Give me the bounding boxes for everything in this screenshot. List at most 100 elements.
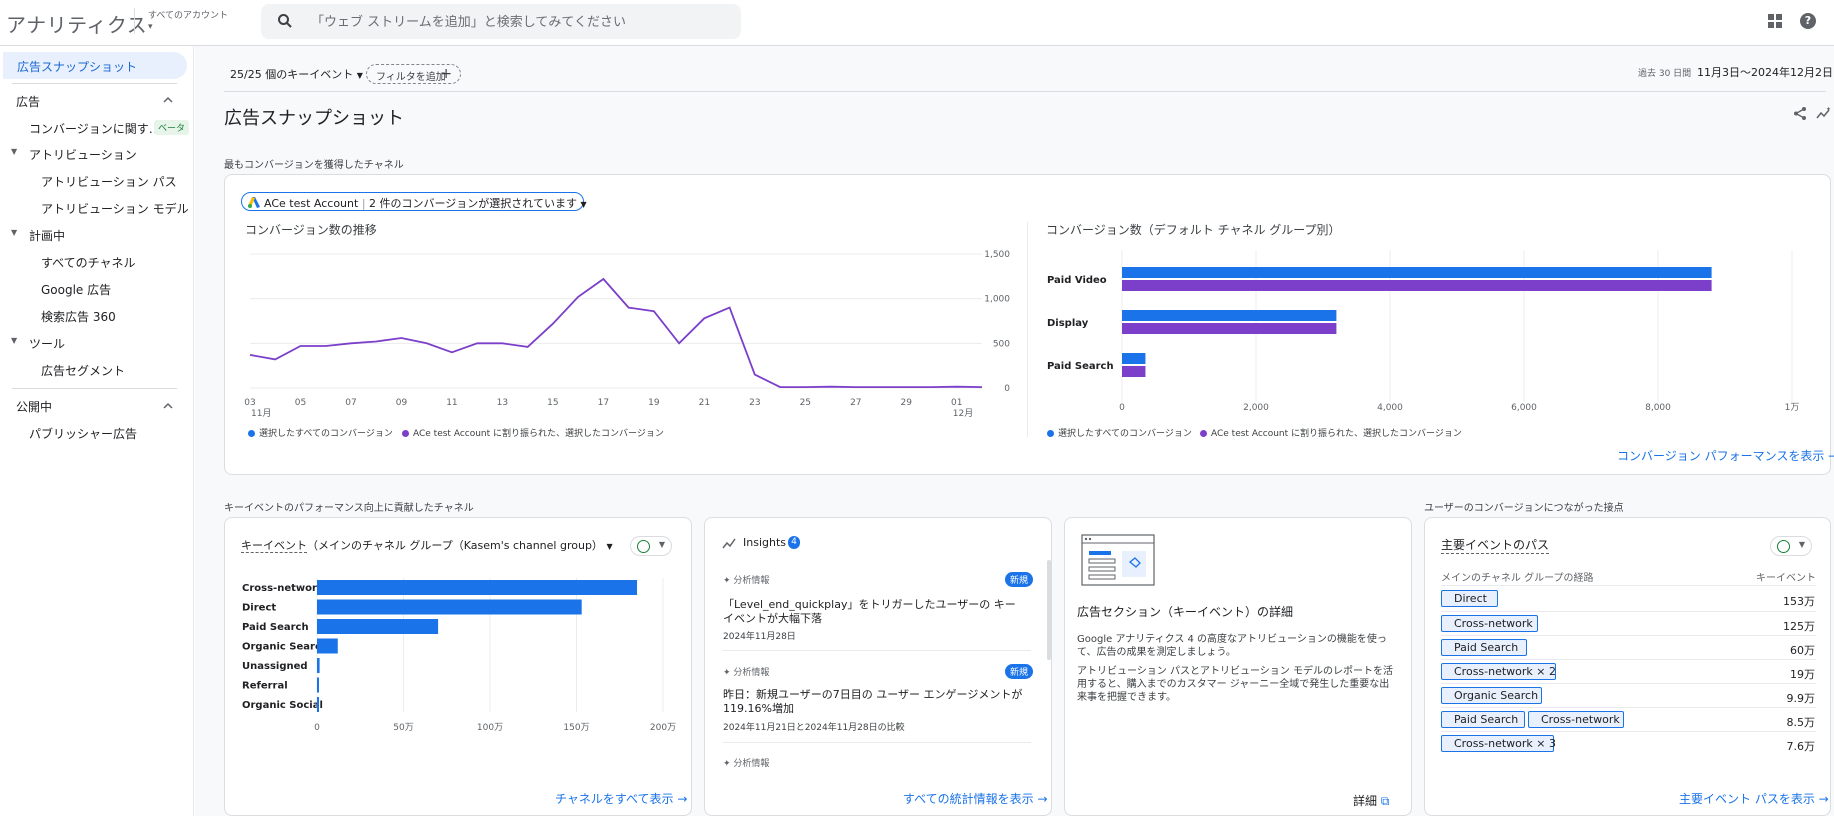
path-chip: Cross-network × 3 <box>1441 735 1556 752</box>
bar <box>1122 366 1146 377</box>
channel-card-title[interactable]: キーイベント（メインのチャネル グループ（Kasem's channel gro… <box>241 537 613 553</box>
view-all-insights-link[interactable]: すべての統計情報を表示 → <box>903 790 1048 807</box>
top-bar: アナリティクス すべてのアカウント ▾ ? <box>0 0 1834 46</box>
sidebar-item-attribution[interactable]: アトリビューション <box>29 146 137 163</box>
bar <box>317 619 439 634</box>
category-label: Cross-network <box>242 583 324 594</box>
view-key-event-paths-link[interactable]: 主要イベント パスを表示 → <box>1679 790 1829 807</box>
insight-label: ✦ 分析情報 <box>723 576 770 586</box>
search-input[interactable] <box>311 12 721 32</box>
caret-down-icon[interactable]: ▼ <box>11 147 17 156</box>
sidebar-item-all-channels[interactable]: すべてのチャネル <box>41 254 136 271</box>
data-quality-button[interactable]: ▼ <box>1770 536 1812 556</box>
insight-label[interactable]: ✦ 分析情報 <box>723 756 769 769</box>
paths-card-title[interactable]: 主要イベントのパス <box>1441 536 1550 554</box>
path-chip: Cross-network × 2 <box>1441 663 1556 680</box>
link-label: 主要イベント パスを表示 <box>1679 792 1815 806</box>
x-tick-label: 100万 <box>477 723 503 733</box>
help-icon[interactable]: ? <box>1800 13 1816 29</box>
date-range-selector[interactable]: 11月3日～2024年12月2日 ▼ <box>1697 64 1834 80</box>
caret-down-icon: ▼ <box>1798 540 1805 549</box>
svg-text:✦: ✦ <box>1826 106 1831 113</box>
x-tick-label: 03 <box>244 398 255 408</box>
account-chip-name: ACe test Account <box>264 197 359 210</box>
sidebar-item-tools[interactable]: ツール <box>29 335 65 352</box>
x-tick-label: 17 <box>598 398 609 408</box>
divider <box>723 650 1031 651</box>
divider <box>224 91 1826 92</box>
date-range-prefix: 過去 30 日間 <box>1638 69 1692 79</box>
key-events-selector[interactable]: 25/25 個のキーイベント ▼ <box>230 66 363 82</box>
arrow-right-icon: → <box>1818 792 1829 806</box>
sidebar-item-attribution-paths[interactable]: アトリビューション パス <box>41 173 177 190</box>
x-tick-label: 11 <box>446 398 457 408</box>
legend-item-all[interactable]: 選択したすべてのコンバージョン <box>248 426 393 439</box>
sidebar-item-ads-snapshot[interactable]: 広告スナップショット <box>3 52 187 79</box>
sidebar-item-publisher-ads[interactable]: パブリッシャー広告 <box>29 425 137 442</box>
account-selector-label[interactable]: すべてのアカウント <box>148 8 228 21</box>
path-value: 8.5万 <box>1786 716 1816 729</box>
sidebar-item-attribution-model[interactable]: アトリビューション モデル <box>41 200 189 217</box>
new-badge: 新規 <box>1005 664 1034 679</box>
legend-item-account[interactable]: ACe test Account に割り振られた、選択したコンバージョン <box>1200 426 1462 439</box>
x-tick-label: 09 <box>396 398 408 408</box>
bar <box>1122 353 1146 364</box>
view-conversion-performance-link[interactable]: コンバージョン パフォーマンスを表示 → <box>1617 447 1834 464</box>
check-circle-icon <box>1777 540 1790 553</box>
y-tick-label: 1,000 <box>984 295 1010 305</box>
learn-more-link[interactable]: 詳細 ⧉ <box>1353 792 1389 809</box>
path-chip: Direct <box>1441 590 1498 607</box>
bar-chart-channels: 0 50万 100万 150万 200万 Cross-network Direct Paid … <box>242 578 676 733</box>
sidebar-item-conversions[interactable]: コンバージョンに関す… <box>29 120 161 137</box>
legend-label: 選択したすべてのコンバージョン <box>259 429 393 439</box>
divider <box>12 83 177 84</box>
legend-item-account[interactable]: ACe test Account に割り振られた、選択したコンバージョン <box>402 426 664 439</box>
legend-item-all[interactable]: 選択したすべてのコンバージョン <box>1047 426 1192 439</box>
caret-down-icon: ▼ <box>580 200 587 209</box>
insights-title: Insights <box>743 536 787 549</box>
y-tick-label: 1,500 <box>984 250 1010 260</box>
info-card-paragraph: アトリビューション パスとアトリビューション モデルのレポートを活用すると、購入… <box>1077 666 1393 703</box>
divider <box>1441 707 1816 708</box>
path-value: 7.6万 <box>1786 740 1816 753</box>
insight-date: 2024年11月28日 <box>723 632 796 642</box>
data-quality-button[interactable]: ▼ <box>630 536 672 556</box>
view-all-channels-link[interactable]: チャネルをすべて表示 → <box>555 790 687 807</box>
divider <box>723 742 1031 743</box>
new-badge: 新規 <box>1005 572 1034 587</box>
sidebar-item-google-ads[interactable]: Google 広告 <box>41 281 111 298</box>
sidebar-section-ads[interactable]: 広告 <box>16 93 40 110</box>
link-label: チャネルをすべて表示 <box>555 792 674 806</box>
search-box[interactable] <box>261 4 741 39</box>
share-icon[interactable] <box>1793 106 1808 121</box>
chevron-up-icon[interactable] <box>163 95 173 105</box>
insights-icon[interactable]: ✦ <box>1816 106 1831 121</box>
sidebar-item-sa360[interactable]: 検索広告 360 <box>41 308 116 325</box>
scrollbar[interactable] <box>1047 560 1051 660</box>
insights-count-badge: 4 <box>788 536 800 549</box>
caret-down-icon[interactable]: ▼ <box>11 228 17 237</box>
line-chart-title: コンバージョン数の推移 <box>245 223 377 237</box>
link-label: コンバージョン パフォーマンスを表示 <box>1617 449 1825 463</box>
divider <box>1027 222 1028 437</box>
apps-grid-icon[interactable] <box>1768 14 1782 28</box>
add-filter-button[interactable]: フィルタを追加 + <box>366 64 461 84</box>
x-tick-label: 15 <box>547 398 558 408</box>
x-tick-label: 07 <box>345 398 356 408</box>
sidebar-section-publishing[interactable]: 公開中 <box>16 398 52 415</box>
x-tick-label: 27 <box>850 398 861 408</box>
caret-down-icon[interactable]: ▼ <box>11 336 17 345</box>
legend-dot <box>1200 430 1207 437</box>
sidebar-item-ad-segments[interactable]: 広告セグメント <box>41 362 125 379</box>
x-month-label: 12月 <box>953 408 973 419</box>
account-filter-chip[interactable]: ACe test Account | 2 件のコンバージョンが選択されています … <box>241 192 587 211</box>
app-title[interactable]: アナリティクス <box>6 9 147 38</box>
sidebar-item-planning[interactable]: 計画中 <box>29 227 65 244</box>
chevron-down-icon[interactable]: ▾ <box>148 22 153 32</box>
bar <box>317 677 319 693</box>
insight-text: 昨日：新規ユーザーの7日目の ユーザー エンゲージメントが 119.16%増加 <box>723 688 1023 715</box>
x-tick-label: 13 <box>497 398 508 408</box>
chevron-up-icon[interactable] <box>163 401 173 411</box>
path-chip: Cross-network <box>1528 711 1624 728</box>
path-value: 60万 <box>1790 644 1815 657</box>
